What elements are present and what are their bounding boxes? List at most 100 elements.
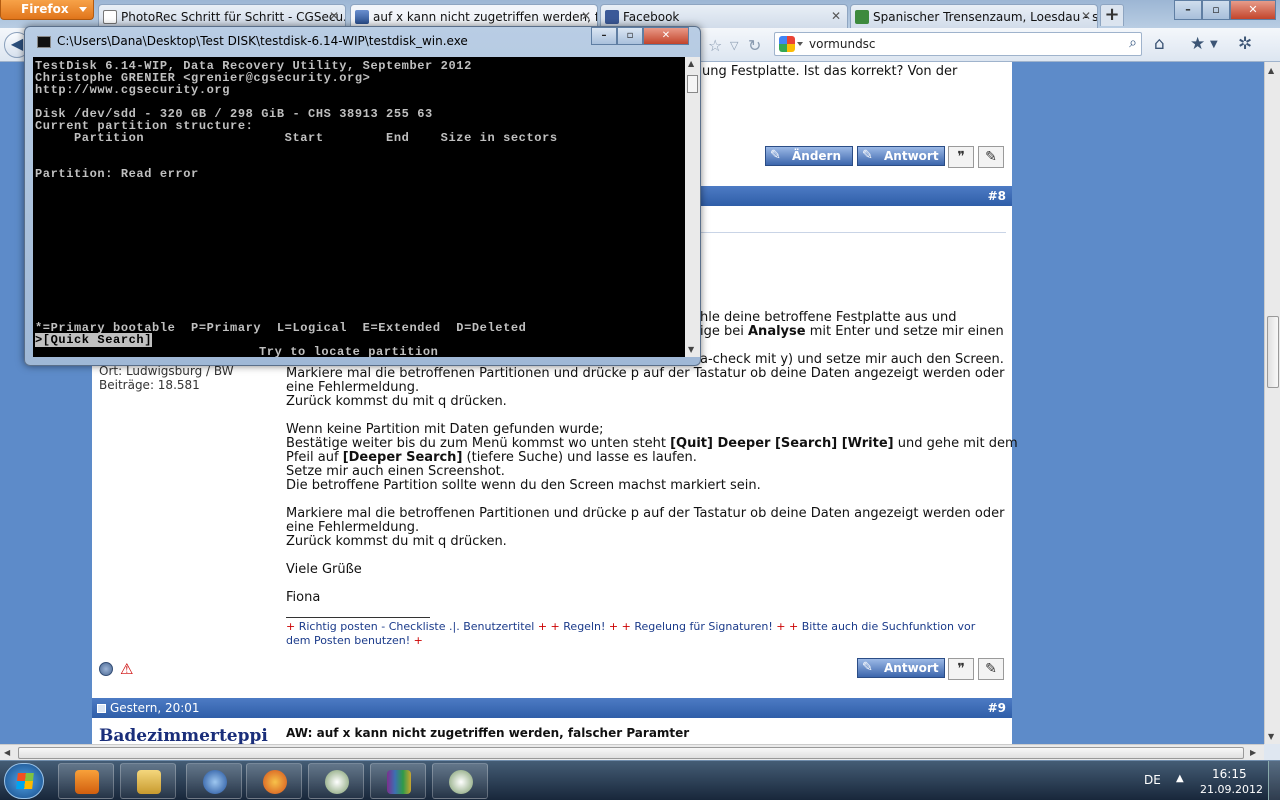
firefox-menu-button[interactable]: Firefox [0, 0, 94, 20]
start-button[interactable] [4, 763, 44, 799]
quick-search-option[interactable]: >[Quick Search] [35, 333, 153, 347]
edit-button[interactable]: ✎ Ändern [765, 146, 853, 166]
console-hint: Try to locate partition [259, 345, 439, 357]
quote-button[interactable]: ❞ [948, 658, 974, 680]
thunderbird-icon [203, 770, 227, 794]
close-tab-icon[interactable]: ✕ [831, 9, 841, 23]
taskbar-media-player[interactable] [58, 763, 114, 799]
console-line: Partition: Read error [35, 167, 199, 181]
signature-line[interactable]: dem Posten benutzen! + [286, 634, 423, 647]
tray-expand-icon[interactable]: ▲ [1176, 773, 1184, 784]
google-icon[interactable] [779, 36, 795, 52]
bookmarks-icon[interactable]: ★ [1190, 34, 1205, 54]
signature-link[interactable]: + + [538, 620, 560, 633]
taskbar-photorec[interactable] [432, 763, 488, 799]
language-indicator[interactable]: DE [1144, 773, 1161, 787]
tab-loesdau[interactable]: Spanischer Trensenzaum, Loesdau - s... ✕ [850, 4, 1098, 28]
post-number[interactable]: #8 [988, 189, 1006, 203]
search-input[interactable]: vormundsc [809, 37, 876, 51]
scrollbar-thumb[interactable] [18, 747, 1244, 759]
signature-link[interactable]: Regelung für Signaturen! [631, 620, 776, 633]
taskbar-thunderbird[interactable] [186, 763, 242, 799]
close-tab-icon[interactable]: ✕ [329, 9, 339, 23]
scrollbar-thumb[interactable] [687, 75, 698, 93]
clock-time[interactable]: 16:15 [1212, 767, 1247, 781]
disk-search-icon [325, 770, 349, 794]
minimize-button[interactable]: – [591, 27, 617, 45]
taskbar: DE ▲ 16:15 21.09.2012 [0, 760, 1280, 800]
vertical-scrollbar[interactable]: ▲ ▼ [1264, 62, 1280, 744]
scroll-up-icon[interactable]: ▲ [1268, 66, 1274, 75]
scroll-right-icon[interactable]: ▶ [1250, 748, 1256, 757]
horizontal-scrollbar[interactable]: ◀ ▶ [0, 744, 1264, 760]
post-text: Die betroffene Partition sollte wenn du … [286, 478, 761, 493]
edit-button-label: Ändern [792, 149, 842, 163]
post-text: ung Festplatte. Ist das korrekt? Von der [702, 64, 958, 79]
addon-icon[interactable]: ✲ [1238, 34, 1252, 54]
console-output[interactable]: TestDisk 6.14-WIP, Data Recovery Utility… [33, 57, 685, 357]
signature-link[interactable]: + + [609, 620, 631, 633]
signature-link[interactable]: dem Posten benutzen! [286, 634, 414, 647]
post-text: eine Fehlermeldung. [286, 380, 420, 395]
history-dropdown-icon[interactable]: ▽ [730, 39, 738, 52]
tab-label: auf x kann nicht zugetriffen werden, f..… [373, 10, 598, 24]
new-tab-button[interactable]: + [1100, 4, 1124, 26]
signature-line[interactable]: + Richtig posten - Checkliste .|. Benutz… [286, 620, 975, 633]
close-tab-icon[interactable]: ✕ [1081, 9, 1091, 23]
reload-icon[interactable]: ↻ [748, 36, 761, 55]
close-window-button[interactable]: ✕ [643, 27, 689, 45]
post-title: AW: auf x kann nicht zugetriffen werden,… [286, 726, 690, 740]
multi-quote-button[interactable]: ✎ [978, 658, 1004, 680]
tab-photorec[interactable]: PhotoRec Schritt für Schritt - CGSecu...… [98, 4, 346, 28]
clock-date[interactable]: 21.09.2012 [1200, 783, 1263, 796]
reply-button[interactable]: ✎ Antwort [857, 658, 945, 678]
maximize-button[interactable]: ▫ [617, 27, 643, 45]
maximize-button[interactable]: ▫ [1202, 0, 1230, 20]
taskbar-firefox[interactable] [246, 763, 302, 799]
disk-search-icon [449, 770, 473, 794]
post-username[interactable]: Badezimmerteppi [99, 726, 268, 744]
scroll-down-icon[interactable]: ▼ [1268, 732, 1274, 741]
search-icon[interactable]: ⌕ [1129, 35, 1137, 51]
multi-quote-button[interactable]: ✎ [978, 146, 1004, 168]
signature-link[interactable]: Regeln! [560, 620, 609, 633]
console-title: C:\Users\Dana\Desktop\Test DISK\testdisk… [57, 34, 468, 48]
close-window-button[interactable]: ✕ [1230, 0, 1276, 20]
post-header: Gestern, 20:01 #9 [92, 698, 1012, 718]
report-warning-icon[interactable]: ⚠ [120, 660, 133, 678]
taskbar-testdisk[interactable] [308, 763, 364, 799]
reply-button-label: Antwort [884, 149, 939, 163]
scrollbar-thumb[interactable] [1267, 316, 1279, 388]
taskbar-winrar[interactable] [370, 763, 426, 799]
tab-forum[interactable]: auf x kann nicht zugetriffen werden, f..… [350, 4, 598, 28]
media-player-icon [75, 770, 99, 794]
quote-button[interactable]: ❞ [948, 146, 974, 168]
bookmark-star-icon[interactable]: ☆ [708, 36, 722, 55]
signature-link[interactable]: Richtig posten - Checkliste .|. Benutzer… [295, 620, 538, 633]
close-tab-icon[interactable]: ✕ [581, 9, 591, 23]
minimize-button[interactable]: – [1174, 0, 1202, 20]
facebook-icon [605, 10, 619, 24]
scroll-left-icon[interactable]: ◀ [4, 748, 10, 757]
reply-icon: ✎ [862, 660, 873, 675]
post-text: Viele Grüße [286, 562, 362, 577]
show-desktop-button[interactable] [1268, 761, 1280, 800]
signature-link[interactable]: Bitte auch die Suchfunktion vor [798, 620, 976, 633]
reply-button[interactable]: ✎ Antwort [857, 146, 945, 166]
console-window[interactable]: C:\Users\Dana\Desktop\Test DISK\testdisk… [24, 26, 701, 366]
home-icon[interactable]: ⌂ [1154, 34, 1165, 54]
winrar-icon [387, 770, 411, 794]
post-number[interactable]: #9 [988, 701, 1006, 715]
chevron-down-icon[interactable] [797, 42, 803, 46]
taskbar-explorer[interactable] [120, 763, 176, 799]
tab-facebook[interactable]: Facebook ✕ [600, 4, 848, 28]
signature-link[interactable]: + [286, 620, 295, 633]
post-text: Fiona [286, 590, 321, 605]
console-scrollbar[interactable]: ▲ ▼ [685, 57, 700, 357]
scroll-up-icon[interactable]: ▲ [688, 59, 694, 68]
signature-link[interactable]: + [414, 634, 423, 647]
signature-link[interactable]: + + [776, 620, 798, 633]
scroll-down-icon[interactable]: ▼ [688, 345, 694, 354]
chevron-down-icon[interactable]: ▼ [1210, 39, 1218, 50]
search-bar[interactable]: vormundsc ⌕ [774, 32, 1142, 56]
